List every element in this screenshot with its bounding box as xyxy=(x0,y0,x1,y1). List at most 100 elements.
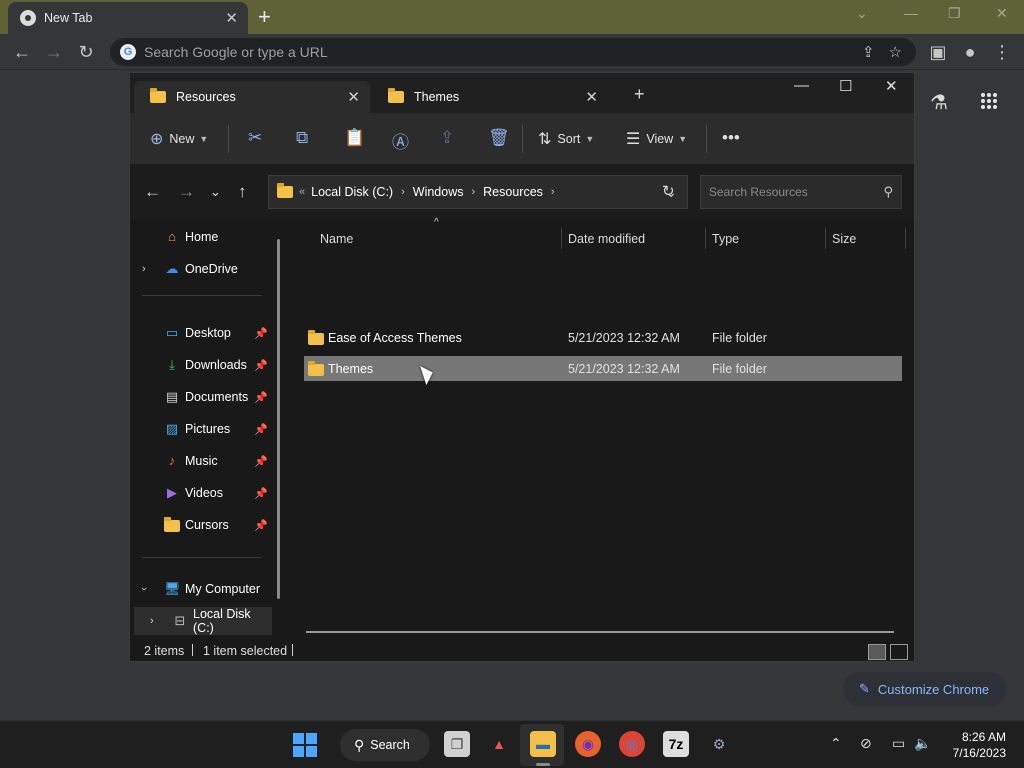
new-explorer-tab-button[interactable]: + xyxy=(634,84,645,105)
maximize-button[interactable]: ☐ xyxy=(839,77,852,95)
chevron-down-icon[interactable]: › xyxy=(138,587,150,591)
minimize-button[interactable]: — xyxy=(794,77,809,94)
restore-button[interactable]: ❐ xyxy=(948,5,961,22)
back-button[interactable]: ← xyxy=(144,182,161,202)
omnibox[interactable]: G Search Google or type a URL ⇪ ☆ xyxy=(110,38,916,66)
copy-icon[interactable]: ⧉ xyxy=(296,128,308,148)
sort-button[interactable]: ⇅ Sort ▼ xyxy=(538,129,594,149)
chevron-right-icon[interactable]: › xyxy=(471,186,475,198)
recent-locations-icon[interactable]: ⌄ xyxy=(210,184,221,200)
labs-flask-icon[interactable]: ⚗ xyxy=(930,90,948,115)
taskbar-search-button[interactable]: ⚲ Search xyxy=(340,729,430,761)
nav-item-desktop[interactable]: ▭ Desktop 📌 xyxy=(130,319,276,347)
search-input[interactable] xyxy=(709,185,884,199)
horizontal-scrollbar[interactable] xyxy=(306,631,894,633)
task-view-icon[interactable]: ❐ xyxy=(444,731,470,757)
address-bar[interactable]: « Local Disk (C:) › Windows › Resources … xyxy=(268,175,688,209)
pin-icon[interactable]: 📌 xyxy=(254,455,268,468)
up-button[interactable]: ↑ xyxy=(238,182,247,202)
column-divider[interactable] xyxy=(825,227,826,249)
pin-icon[interactable]: 📌 xyxy=(254,391,268,404)
tab-search-icon[interactable]: ⌄ xyxy=(856,5,868,22)
nav-item-pictures[interactable]: ▨ Pictures 📌 xyxy=(130,415,276,443)
breadcrumb-item[interactable]: Resources xyxy=(483,185,543,199)
forward-button[interactable]: → xyxy=(178,182,195,202)
show-hidden-icons-chevron[interactable]: ⌃ xyxy=(830,735,842,752)
nav-item-local-disk[interactable]: › ⊟ Local Disk (C:) xyxy=(134,607,272,635)
explorer-tab-themes[interactable]: Themes ✕ xyxy=(372,81,608,113)
close-tab-icon[interactable]: ✕ xyxy=(585,88,598,106)
chevron-right-icon[interactable]: › xyxy=(150,615,154,627)
column-divider[interactable] xyxy=(705,227,706,249)
nav-item-my-computer[interactable]: › 🖥 My Computer xyxy=(130,575,276,603)
customize-chrome-button[interactable]: ✎ Customize Chrome xyxy=(843,672,1007,706)
delete-icon[interactable]: 🗑 xyxy=(488,128,510,148)
display-icon[interactable]: ▭ xyxy=(892,735,905,752)
file-explorer-icon[interactable]: ▬ xyxy=(530,731,556,757)
paste-icon[interactable]: 📋 xyxy=(344,128,365,148)
profile-icon[interactable]: ● xyxy=(958,40,982,64)
minimize-button[interactable]: — xyxy=(904,5,918,21)
nav-item-music[interactable]: ♪ Music 📌 xyxy=(130,447,276,475)
share-icon[interactable]: ⇪ xyxy=(862,43,875,61)
details-view-button[interactable] xyxy=(868,644,886,660)
7zip-icon[interactable]: 7z xyxy=(663,731,689,757)
overflow-chevrons-icon[interactable]: « xyxy=(299,186,305,198)
chevron-right-icon[interactable]: › xyxy=(142,263,146,275)
reload-button[interactable]: ↻ xyxy=(74,40,98,64)
menu-kebab-icon[interactable]: ⋮ xyxy=(990,40,1014,64)
share-icon[interactable]: ⇪ xyxy=(440,128,454,148)
column-header-size[interactable]: Size xyxy=(832,225,856,253)
chrome-tab-new-tab[interactable]: New Tab ✕ xyxy=(8,2,248,34)
nav-item-videos[interactable]: ▶ Videos 📌 xyxy=(130,479,276,507)
system-clock[interactable]: 8:26 AM 7/16/2023 xyxy=(944,729,1006,761)
column-header-type[interactable]: Type xyxy=(712,225,739,253)
tiles-view-button[interactable] xyxy=(890,644,908,660)
column-header-name[interactable]: Name xyxy=(320,225,353,253)
cut-icon[interactable]: ✂ xyxy=(248,128,262,148)
breadcrumb-item[interactable]: Windows xyxy=(413,185,464,199)
search-box[interactable]: ⚲ xyxy=(700,175,902,209)
volume-icon[interactable]: 🔈 xyxy=(914,735,931,752)
pin-icon[interactable]: 📌 xyxy=(254,487,268,500)
nav-item-cursors[interactable]: Cursors 📌 xyxy=(130,511,276,539)
network-icon[interactable]: ⊘ xyxy=(860,735,872,752)
pin-icon[interactable]: 📌 xyxy=(254,519,268,532)
close-window-button[interactable]: ✕ xyxy=(885,77,898,95)
side-panel-icon[interactable]: ▣ xyxy=(926,40,950,64)
column-divider[interactable] xyxy=(561,227,562,249)
chrome-icon[interactable]: ◎ xyxy=(619,731,645,757)
navigation-scrollbar[interactable] xyxy=(277,239,280,599)
bookmark-star-icon[interactable]: ☆ xyxy=(889,43,902,61)
app-triangle-icon[interactable]: ▲ xyxy=(486,731,512,757)
close-tab-icon[interactable]: ✕ xyxy=(347,88,360,106)
firefox-icon[interactable]: ◉ xyxy=(575,731,601,757)
nav-item-home[interactable]: ⌂ Home xyxy=(130,223,276,251)
new-button[interactable]: ⊕ New ▼ xyxy=(150,129,208,149)
back-button[interactable]: ← xyxy=(10,40,34,64)
windows-start-icon[interactable] xyxy=(293,733,317,757)
rename-icon[interactable]: Ⓐ xyxy=(392,128,409,153)
apps-grid-icon[interactable] xyxy=(980,92,998,110)
nav-item-onedrive[interactable]: › ☁ OneDrive xyxy=(130,255,276,283)
table-row[interactable]: Themes 5/21/2023 12:32 AM File folder xyxy=(304,356,902,381)
search-icon[interactable]: ⚲ xyxy=(883,184,893,200)
nav-item-downloads[interactable]: ⤓ Downloads 📌 xyxy=(130,351,276,379)
close-tab-icon[interactable]: ✕ xyxy=(225,9,238,27)
pin-icon[interactable]: 📌 xyxy=(254,327,268,340)
breadcrumb-item[interactable]: Local Disk (C:) xyxy=(311,185,393,199)
close-window-button[interactable]: ✕ xyxy=(996,5,1008,22)
chevron-right-icon[interactable]: › xyxy=(551,186,555,198)
pin-icon[interactable]: 📌 xyxy=(254,359,268,372)
column-divider[interactable] xyxy=(905,227,906,249)
forward-button[interactable]: → xyxy=(42,40,66,64)
chevron-right-icon[interactable]: › xyxy=(401,186,405,198)
nav-item-documents[interactable]: ▤ Documents 📌 xyxy=(130,383,276,411)
settings-gear-icon[interactable]: ⚙ xyxy=(706,731,732,757)
pin-icon[interactable]: 📌 xyxy=(254,423,268,436)
table-row[interactable]: Ease of Access Themes 5/21/2023 12:32 AM… xyxy=(304,325,902,350)
refresh-button[interactable]: ↻ xyxy=(662,182,675,200)
column-header-date[interactable]: Date modified xyxy=(568,225,645,253)
more-options-icon[interactable]: ••• xyxy=(722,128,740,148)
new-tab-button[interactable]: + xyxy=(258,4,271,30)
